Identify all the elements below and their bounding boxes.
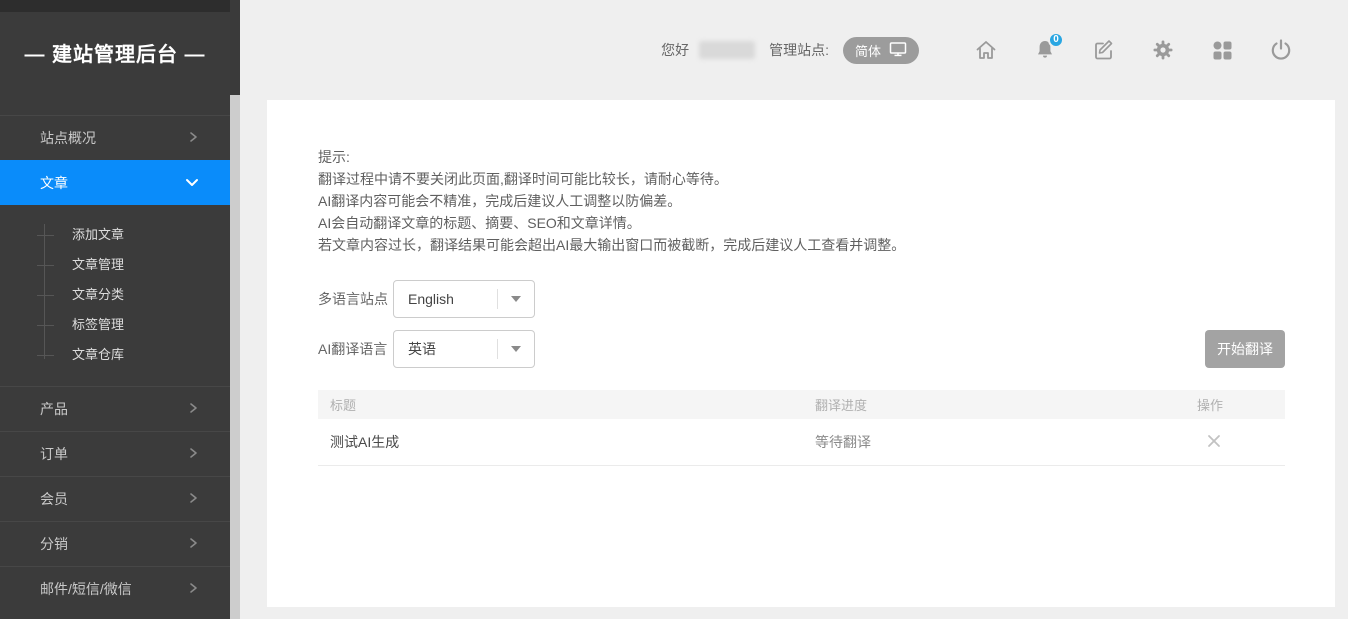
table-header-row: 标题 翻译进度 操作 [318, 390, 1285, 419]
subitem-label: 文章仓库 [72, 347, 124, 362]
monitor-icon [889, 41, 907, 60]
select-divider [497, 339, 498, 359]
sidebar-subitem-article-manage[interactable]: 文章管理 [0, 250, 230, 280]
edit-icon[interactable] [1092, 38, 1116, 62]
hint-block: 提示: 翻译过程中请不要关闭此页面,翻译时间可能比较长，请耐心等待。 AI翻译内… [318, 146, 905, 256]
sidebar-item-label: 会员 [40, 489, 68, 509]
submenu-tick [37, 325, 54, 326]
sidebar-item-label: 邮件/短信/微信 [40, 579, 132, 599]
sidebar-item-orders[interactable]: 订单 [0, 431, 230, 476]
main-content-panel: 提示: 翻译过程中请不要关闭此页面,翻译时间可能比较长，请耐心等待。 AI翻译内… [267, 100, 1335, 607]
sidebar-item-label: 订单 [40, 444, 68, 464]
delete-icon[interactable] [1205, 432, 1223, 450]
sidebar-scrollbar[interactable] [230, 0, 240, 619]
multilang-site-row: 多语言站点 English [318, 280, 535, 318]
hint-line: AI翻译内容可能会不精准，完成后建议人工调整以防偏差。 [318, 190, 905, 212]
ai-language-select[interactable]: 英语 [393, 330, 535, 368]
multilang-site-value: English [394, 291, 497, 307]
redacted-username [699, 41, 755, 59]
ai-language-label: AI翻译语言 [318, 339, 393, 359]
ai-language-row: AI翻译语言 英语 [318, 330, 535, 368]
chevron-down-icon [184, 175, 200, 192]
articles-submenu: 添加文章 文章管理 文章分类 标签管理 文章仓库 [0, 205, 230, 386]
sidebar-item-distribution[interactable]: 分销 [0, 521, 230, 566]
greeting-text: 您好 [661, 40, 689, 60]
hint-line: 翻译过程中请不要关闭此页面,翻译时间可能比较长，请耐心等待。 [318, 168, 905, 190]
row-title: 测试AI生成 [318, 432, 815, 452]
chevron-right-icon [186, 446, 200, 463]
multilang-site-label: 多语言站点 [318, 289, 393, 309]
sidebar-item-email-sms-wechat[interactable]: 邮件/短信/微信 [0, 566, 230, 611]
notifications-bell-icon[interactable]: 0 [1033, 38, 1057, 62]
col-header-operation: 操作 [1197, 395, 1285, 414]
subitem-label: 标签管理 [72, 317, 124, 332]
submenu-tick [37, 295, 54, 296]
col-header-title: 标题 [318, 395, 815, 414]
site-language-pill[interactable]: 简体 [843, 37, 919, 64]
sidebar-item-label: 站点概况 [40, 128, 96, 148]
ai-language-value: 英语 [394, 339, 497, 359]
submenu-tick [37, 235, 54, 236]
subitem-label: 添加文章 [72, 227, 124, 242]
sidebar: — 建站管理后台 — 站点概况 文章 添加文章 文章管理 [0, 0, 240, 619]
sidebar-item-articles[interactable]: 文章 [0, 160, 230, 205]
dropdown-arrow-icon [511, 346, 521, 352]
submenu-tick [37, 355, 54, 356]
hint-line: AI会自动翻译文章的标题、摘要、SEO和文章详情。 [318, 212, 905, 234]
sidebar-item-members[interactable]: 会员 [0, 476, 230, 521]
app-title: — 建站管理后台 — [0, 38, 230, 67]
sidebar-scrollbar-thumb[interactable] [230, 0, 240, 95]
start-translation-button[interactable]: 开始翻译 [1205, 330, 1285, 368]
sidebar-item-site-overview[interactable]: 站点概况 [0, 115, 230, 160]
sidebar-top-strip [0, 0, 230, 12]
sidebar-menu: 站点概况 文章 添加文章 文章管理 文章分类 [0, 115, 230, 611]
top-header: 您好 管理站点: 简体 0 [240, 0, 1348, 100]
submenu-tick [37, 265, 54, 266]
table-row: 测试AI生成 等待翻译 [318, 419, 1285, 466]
manage-site-label: 管理站点: [769, 40, 829, 60]
chevron-right-icon [186, 581, 200, 598]
notification-badge: 0 [1048, 32, 1064, 48]
sidebar-subitem-add-article[interactable]: 添加文章 [0, 220, 230, 250]
chevron-right-icon [186, 491, 200, 508]
hint-line: 若文章内容过长，翻译结果可能会超出AI最大输出窗口而被截断，完成后建议人工查看并… [318, 234, 905, 256]
dropdown-arrow-icon [511, 296, 521, 302]
sidebar-item-label: 文章 [40, 173, 68, 193]
logout-power-icon[interactable] [1269, 38, 1293, 62]
col-header-progress: 翻译进度 [815, 395, 1197, 414]
chevron-right-icon [186, 536, 200, 553]
apps-grid-icon[interactable] [1210, 38, 1234, 62]
translation-table: 标题 翻译进度 操作 测试AI生成 等待翻译 [318, 390, 1285, 466]
subitem-label: 文章分类 [72, 287, 124, 302]
chevron-right-icon [186, 130, 200, 147]
sidebar-subitem-article-category[interactable]: 文章分类 [0, 280, 230, 310]
subitem-label: 文章管理 [72, 257, 124, 272]
row-progress: 等待翻译 [815, 432, 1197, 452]
hint-title: 提示: [318, 146, 905, 168]
settings-gear-icon[interactable] [1151, 38, 1175, 62]
site-language-label: 简体 [855, 41, 881, 60]
sidebar-item-products[interactable]: 产品 [0, 386, 230, 431]
multilang-site-select[interactable]: English [393, 280, 535, 318]
sidebar-item-label: 产品 [40, 399, 68, 419]
sidebar-subitem-article-warehouse[interactable]: 文章仓库 [0, 340, 230, 370]
select-divider [497, 289, 498, 309]
sidebar-item-label: 分销 [40, 534, 68, 554]
home-icon[interactable] [974, 38, 998, 62]
sidebar-subitem-tag-manage[interactable]: 标签管理 [0, 310, 230, 340]
chevron-right-icon [186, 401, 200, 418]
